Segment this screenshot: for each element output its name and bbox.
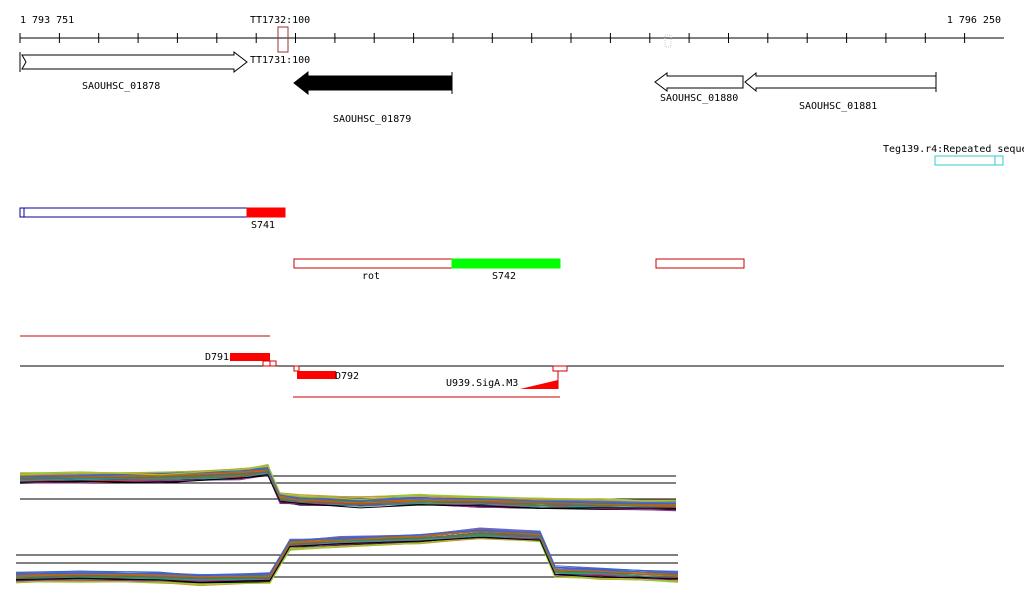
coordinate-ruler: 1 793 751 1 796 250 xyxy=(19,15,1004,43)
segment-s741[interactable]: S741 xyxy=(19,207,286,231)
feature-u939[interactable]: U939.SigA.M3 xyxy=(446,365,568,389)
segment-s741-label: S741 xyxy=(251,220,275,231)
gene-saouhsc-01880[interactable]: SAOUHSC_01880 xyxy=(654,72,744,104)
gene-saouhsc-01878-label: SAOUHSC_01878 xyxy=(82,81,160,92)
gene-saouhsc-01880-label: SAOUHSC_01880 xyxy=(660,93,738,104)
repeat-teg139-label: Teg139.r4:Repeated seque xyxy=(883,144,1024,155)
gene-saouhsc-01879[interactable]: SAOUHSC_01879 xyxy=(293,70,453,125)
feature-d792-label: D792 xyxy=(335,371,359,382)
gene-saouhsc-01881-label: SAOUHSC_01881 xyxy=(799,101,877,112)
expression-profile-lower xyxy=(15,527,679,587)
expression-profile-upper xyxy=(19,463,677,512)
repeat-teg139[interactable]: Teg139.r4:Repeated seque xyxy=(883,144,1024,166)
expression-trace xyxy=(19,465,677,502)
feature-d791[interactable]: D791 xyxy=(205,352,277,367)
gene-saouhsc-01878[interactable]: SAOUHSC_01878 xyxy=(19,50,248,92)
ruler-end-label: 1 796 250 xyxy=(947,15,1001,26)
ruler-start-label: 1 793 751 xyxy=(20,15,74,26)
segment-rot-label: rot xyxy=(362,271,380,282)
terminator-tt1732[interactable]: TT1732:100 xyxy=(250,15,310,53)
segment-s742[interactable]: S742 xyxy=(451,258,561,282)
terminator-tt1732-label: TT1732:100 xyxy=(250,15,310,26)
segment-rot[interactable]: rot xyxy=(293,258,453,282)
minor-marker xyxy=(664,34,672,48)
gene-saouhsc-01881[interactable]: SAOUHSC_01881 xyxy=(744,71,937,112)
segment-unlabeled[interactable] xyxy=(655,258,745,269)
feature-u939-label: U939.SigA.M3 xyxy=(446,378,518,389)
terminator-tt1731-label: TT1731:100 xyxy=(250,55,310,66)
genome-browser-view: 1 793 751 1 796 250 TT1732:100 SAOUHSC_0… xyxy=(15,15,1024,587)
gene-saouhsc-01879-label: SAOUHSC_01879 xyxy=(333,114,411,125)
feature-d792[interactable]: D792 xyxy=(293,365,359,382)
segment-s742-label: S742 xyxy=(492,271,516,282)
feature-d791-label: D791 xyxy=(205,352,229,363)
